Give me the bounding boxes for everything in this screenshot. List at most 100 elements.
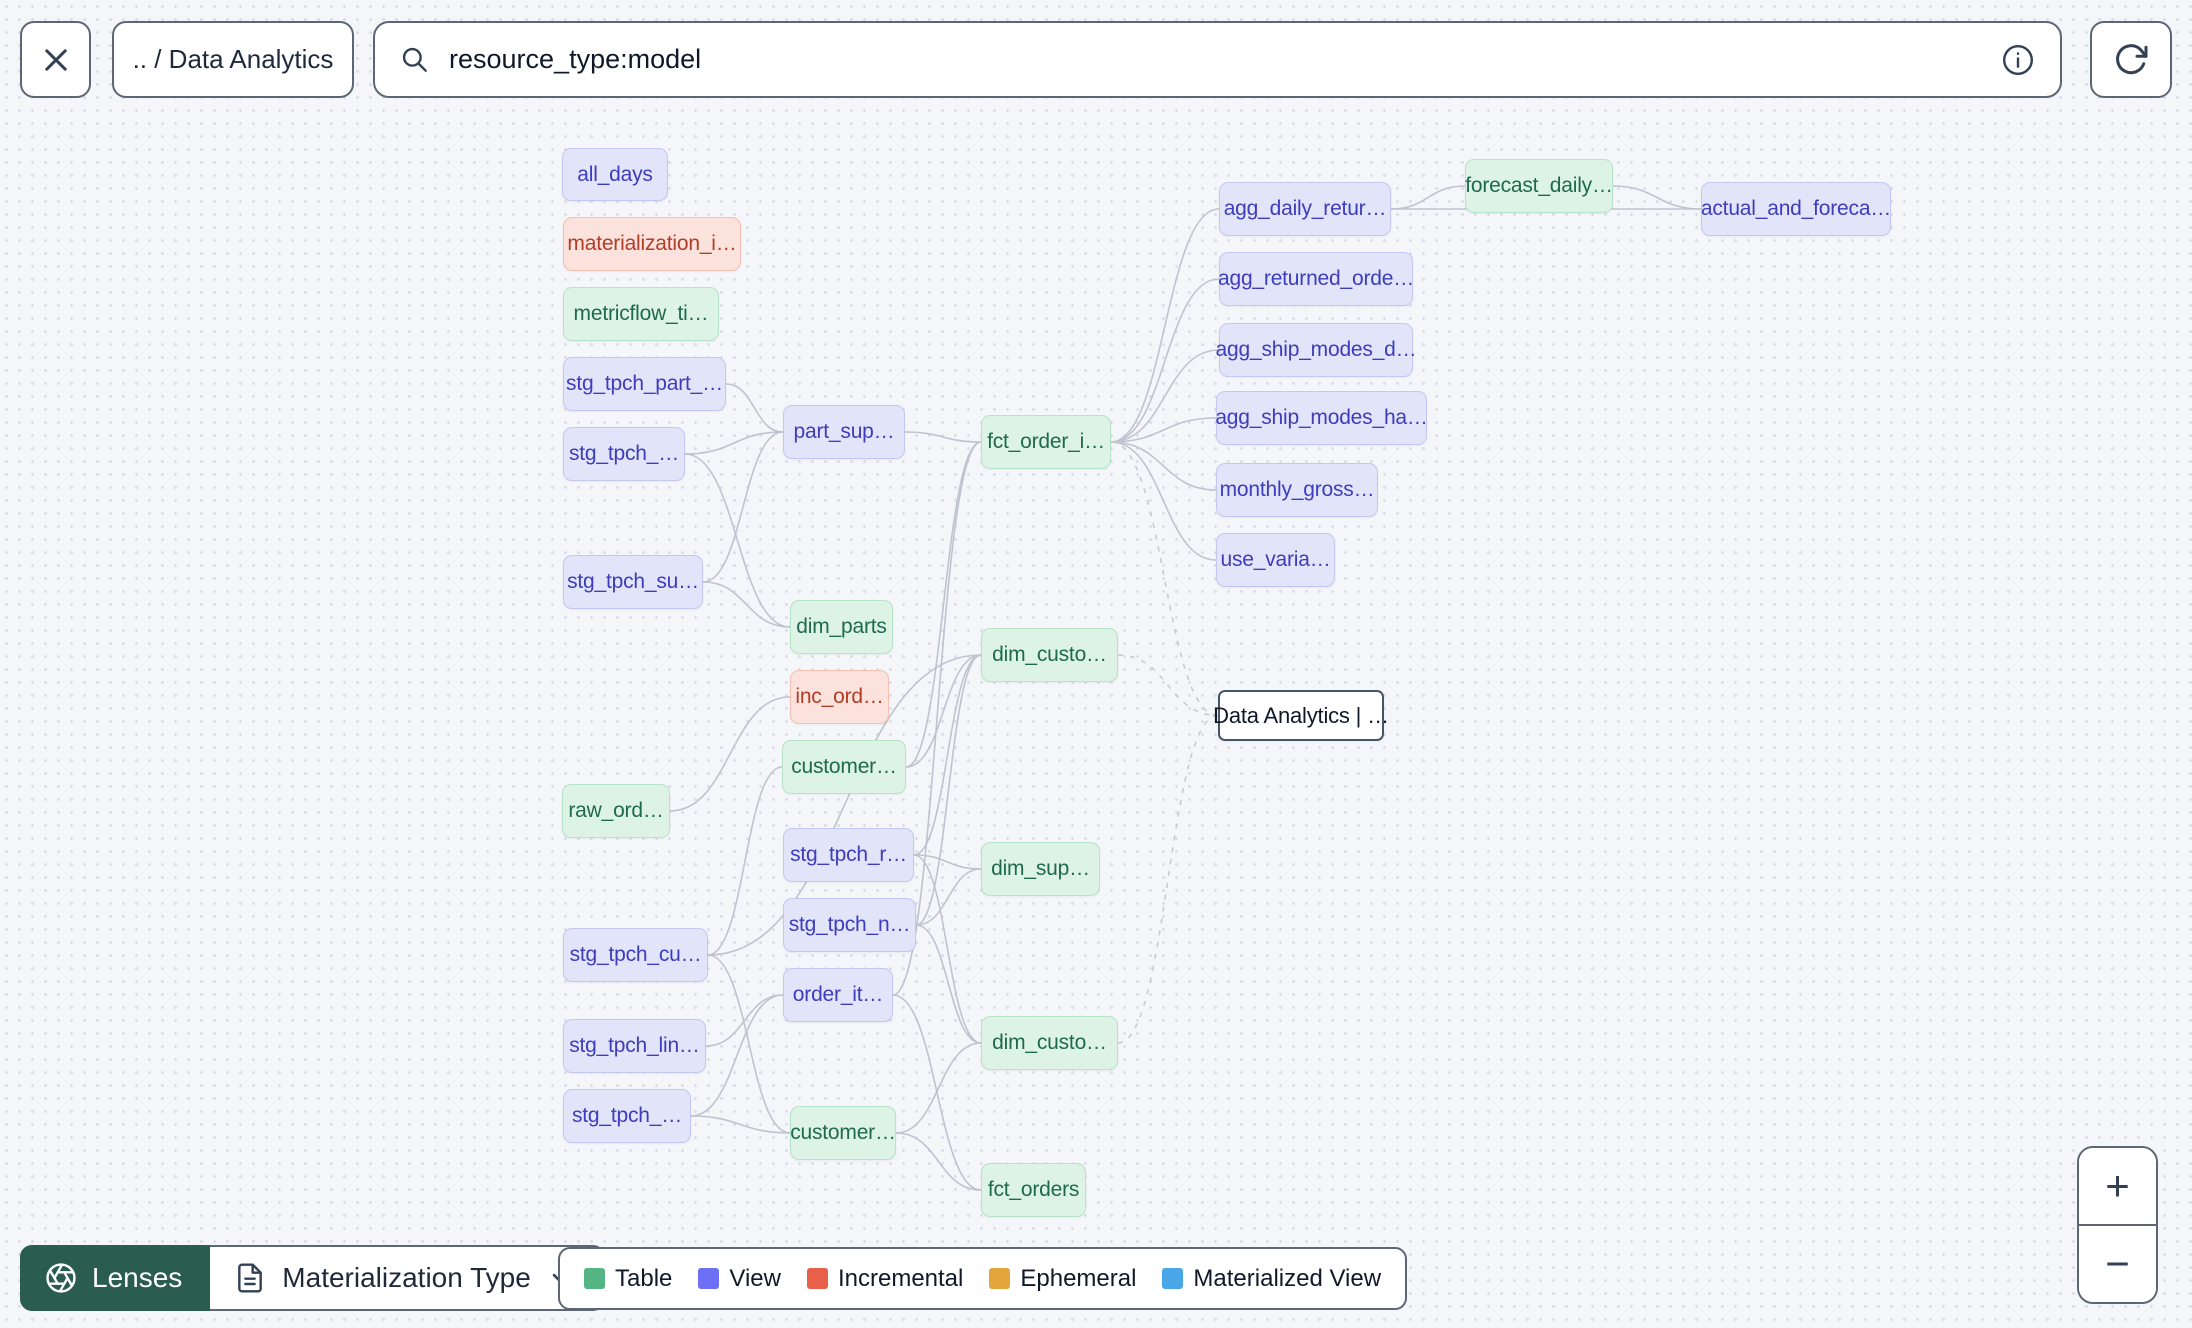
legend-label: Table xyxy=(615,1264,673,1292)
lens-selector-label: Materialization Type xyxy=(282,1262,531,1293)
close-button[interactable] xyxy=(20,21,91,98)
graph-node-actual[interactable]: actual_and_foreca… xyxy=(1701,182,1891,236)
graph-node-inc_ord[interactable]: inc_ord… xyxy=(790,670,889,724)
graph-edge xyxy=(702,581,791,628)
graph-node-stg_cu[interactable]: stg_tpch_cu… xyxy=(563,928,708,982)
graph-node-dim_c2[interactable]: dim_custo… xyxy=(981,1016,1118,1070)
graph-node-agg_daily[interactable]: agg_daily_retur… xyxy=(1219,182,1391,236)
graph-node-exposure_da[interactable]: Data Analytics | … xyxy=(1213,690,1389,741)
graph-node-use_var[interactable]: use_varia… xyxy=(1216,533,1335,587)
zoom-out-button[interactable]: − xyxy=(2079,1226,2156,1302)
graph-node-mat_i[interactable]: materialization_i… xyxy=(563,217,741,271)
graph-node-label: dim_parts xyxy=(796,615,887,638)
legend-item-ephemeral: Ephemeral xyxy=(989,1265,1136,1293)
legend-swatch xyxy=(698,1268,720,1289)
graph-edge-dashed xyxy=(1117,714,1219,1044)
graph-node-customer2[interactable]: customer… xyxy=(790,1106,896,1160)
lens-selector[interactable]: Materialization Type xyxy=(210,1245,605,1311)
graph-node-label: metricflow_ti… xyxy=(573,302,709,325)
graph-node-agg_smh[interactable]: agg_ship_modes_ha… xyxy=(1215,391,1428,445)
graph-node-label: stg_tpch_su… xyxy=(567,570,699,593)
zoom-control: + − xyxy=(2077,1146,2158,1304)
graph-node-label: part_sup… xyxy=(793,420,895,443)
graph-node-dim_parts[interactable]: dim_parts xyxy=(790,600,893,654)
graph-node-label: agg_daily_retur… xyxy=(1223,197,1387,220)
graph-node-stg_lin[interactable]: stg_tpch_lin… xyxy=(563,1019,706,1073)
graph-edge-dashed xyxy=(1110,441,1219,717)
graph-node-label: fct_orders xyxy=(987,1178,1080,1201)
graph-node-part_sup[interactable]: part_sup… xyxy=(783,405,905,459)
refresh-button[interactable] xyxy=(2090,21,2172,98)
graph-node-stg_a[interactable]: stg_tpch_… xyxy=(563,427,685,481)
graph-node-agg_ret[interactable]: agg_returned_orde… xyxy=(1218,252,1414,306)
graph-node-stg_b[interactable]: stg_tpch_… xyxy=(563,1089,691,1143)
breadcrumb[interactable]: .. / Data Analytics xyxy=(112,21,354,98)
graph-node-label: actual_and_foreca… xyxy=(1700,197,1892,220)
graph-node-fct_orders[interactable]: fct_orders xyxy=(981,1163,1086,1217)
graph-node-dim_sup[interactable]: dim_sup… xyxy=(981,842,1100,896)
graph-node-label: agg_ship_modes_ha… xyxy=(1215,406,1428,429)
lineage-canvas[interactable]: all_days materialization_i… metricflow_ti…… xyxy=(0,0,2192,1328)
graph-node-label: customer… xyxy=(791,755,897,778)
legend-item-materialized-view: Materialized View xyxy=(1162,1265,1381,1293)
search-icon xyxy=(399,44,431,76)
graph-node-label: stg_tpch_… xyxy=(568,442,680,465)
graph-edge xyxy=(915,924,982,1044)
graph-node-stg_part[interactable]: stg_tpch_part_… xyxy=(563,357,726,411)
legend-label: Materialized View xyxy=(1193,1264,1382,1292)
graph-node-raw_ord[interactable]: raw_ord… xyxy=(562,784,670,838)
graph-edge xyxy=(1110,208,1220,443)
graph-edge xyxy=(1110,441,1217,491)
search-input[interactable] xyxy=(449,44,1982,75)
graph-node-customer1[interactable]: customer… xyxy=(782,740,906,794)
graph-edge xyxy=(1612,185,1702,210)
graph-node-label: Data Analytics | … xyxy=(1213,702,1389,728)
legend-item-table: Table xyxy=(584,1265,672,1293)
graph-node-label: fct_order_i… xyxy=(987,430,1105,453)
lenses-button[interactable]: Lenses xyxy=(20,1245,211,1311)
graph-node-label: stg_tpch_r… xyxy=(790,843,907,866)
aperture-icon xyxy=(44,1261,78,1295)
graph-edge xyxy=(895,1132,982,1191)
graph-node-stg_r[interactable]: stg_tpch_r… xyxy=(783,828,914,882)
breadcrumb-label: .. / Data Analytics xyxy=(132,44,334,74)
legend-swatch xyxy=(806,1268,828,1289)
graph-node-label: customer… xyxy=(790,1121,896,1144)
graph-edge xyxy=(684,431,784,455)
graph-node-label: stg_tpch_lin… xyxy=(569,1034,700,1057)
graph-node-metricflow[interactable]: metricflow_ti… xyxy=(563,287,719,341)
graph-edge xyxy=(707,766,783,956)
materialization-legend: Table View Incremental Ephemeral Materialize… xyxy=(558,1247,1408,1310)
legend-label: View xyxy=(729,1264,781,1292)
graph-node-forecast[interactable]: forecast_daily… xyxy=(1465,159,1613,213)
graph-node-label: all_days xyxy=(577,162,653,186)
graph-node-label: stg_tpch_… xyxy=(571,1104,683,1127)
legend-swatch xyxy=(989,1268,1011,1289)
graph-node-order_it[interactable]: order_it… xyxy=(783,968,893,1022)
graph-node-stg_su[interactable]: stg_tpch_su… xyxy=(563,555,703,609)
graph-node-dim_c1[interactable]: dim_custo… xyxy=(981,628,1118,682)
legend-item-view: View xyxy=(698,1265,781,1293)
graph-node-stg_n[interactable]: stg_tpch_n… xyxy=(783,898,916,952)
graph-edge xyxy=(669,696,791,812)
graph-node-all_days[interactable]: all_days xyxy=(562,148,668,201)
graph-node-label: monthly_gross… xyxy=(1219,478,1375,501)
graph-node-label: order_it… xyxy=(792,983,884,1006)
info-icon[interactable] xyxy=(2000,42,2036,78)
graph-node-label: stg_tpch_part_… xyxy=(566,372,723,395)
graph-edge xyxy=(895,1042,982,1134)
refresh-icon xyxy=(2113,42,2149,78)
search-bar[interactable] xyxy=(373,21,2062,98)
graph-edge xyxy=(1110,349,1220,443)
graph-node-agg_smd[interactable]: agg_ship_modes_d… xyxy=(1216,323,1417,377)
graph-edge xyxy=(913,854,982,1044)
graph-edge xyxy=(1110,441,1217,561)
graph-node-monthly[interactable]: monthly_gross… xyxy=(1216,463,1378,517)
graph-node-label: dim_sup… xyxy=(991,857,1090,880)
close-icon xyxy=(39,43,73,77)
graph-edge xyxy=(904,431,982,443)
graph-edge xyxy=(1110,278,1220,443)
graph-edge-dashed xyxy=(1117,654,1219,717)
zoom-in-button[interactable]: + xyxy=(2079,1148,2156,1226)
graph-node-fct_oi[interactable]: fct_order_i… xyxy=(981,415,1111,469)
